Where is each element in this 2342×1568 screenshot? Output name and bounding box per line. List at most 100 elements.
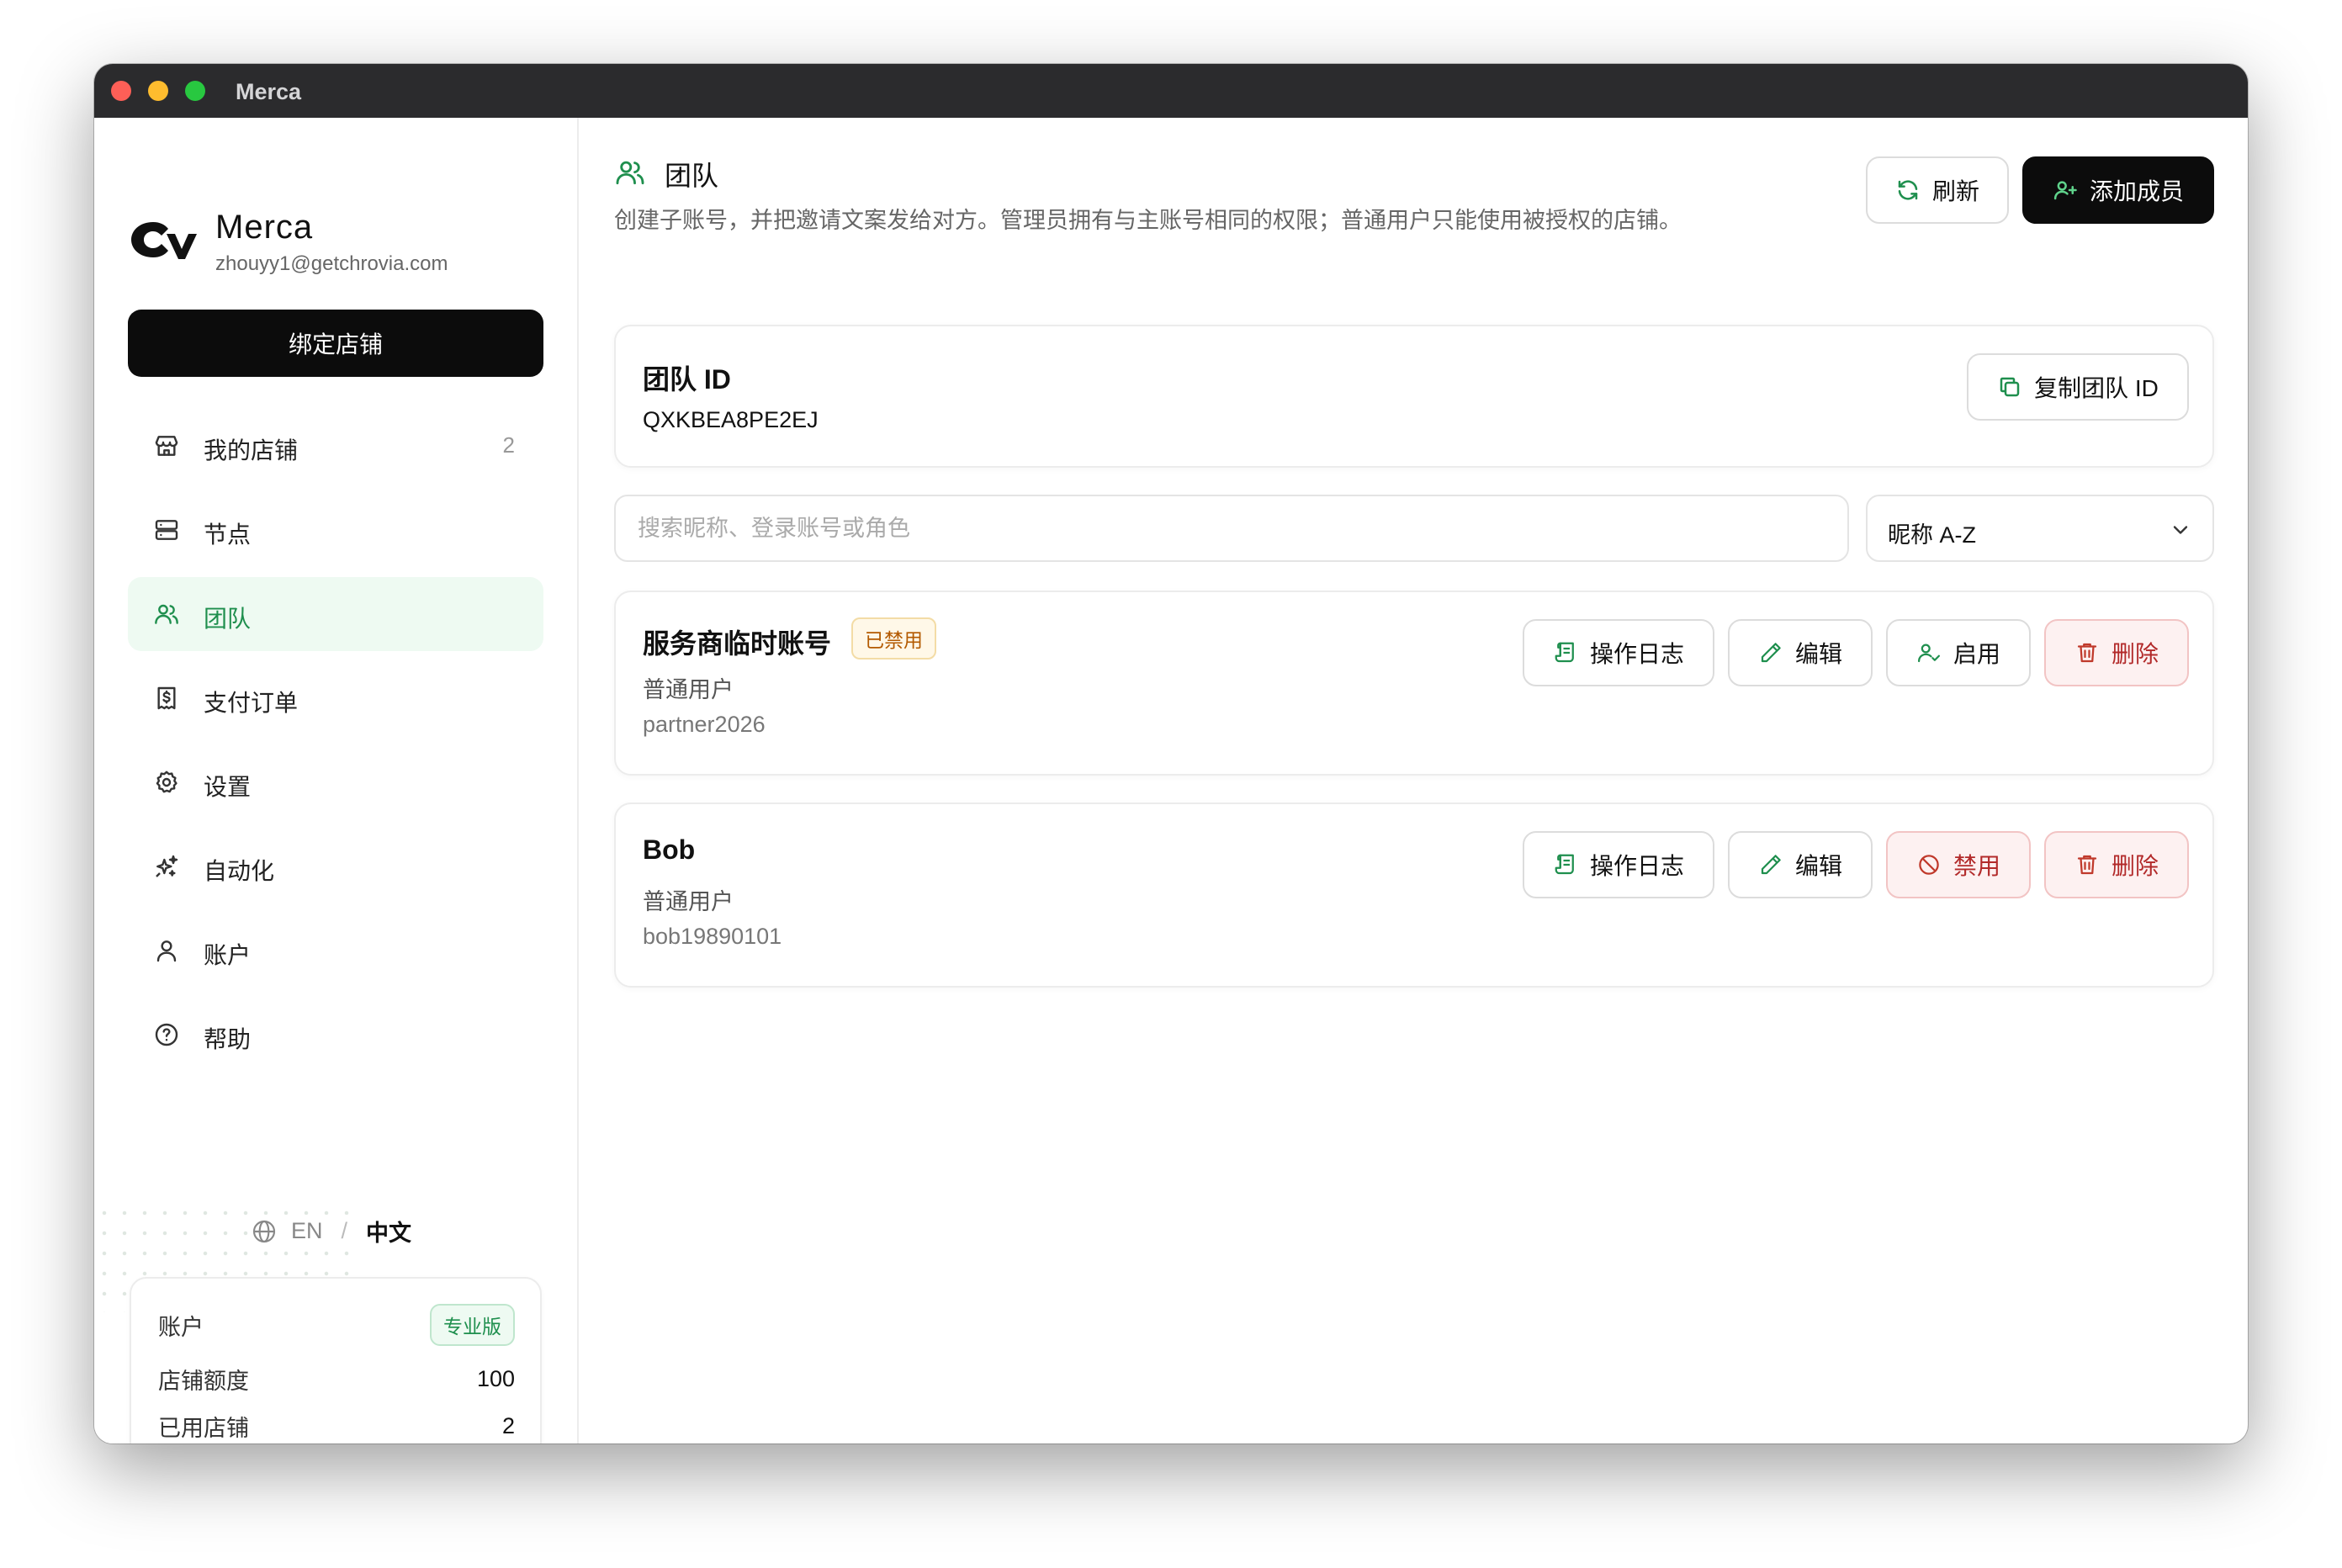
account-summary-card: 账户 专业版 店铺额度 100 已用店铺 2 xyxy=(130,1277,542,1444)
copy-icon xyxy=(2000,377,2020,397)
window-title: Merca xyxy=(236,79,302,104)
disable-button[interactable]: 禁用 xyxy=(1886,831,2031,898)
refresh-button[interactable]: 刷新 xyxy=(1866,156,2009,224)
copy-team-id-label: 复制团队 ID xyxy=(2034,375,2159,401)
sidebar-item-label: 账户 xyxy=(204,942,252,968)
ban-icon xyxy=(1919,855,1939,875)
refresh-label: 刷新 xyxy=(1931,178,1979,204)
sidebar-item-label: 我的店铺 xyxy=(204,437,299,464)
language-separator: / xyxy=(341,1218,348,1243)
add-member-button[interactable]: 添加成员 xyxy=(2022,156,2214,224)
bind-store-button[interactable]: 绑定店铺 xyxy=(128,310,543,377)
account-label: 账户 xyxy=(158,1314,204,1340)
zoom-window-button[interactable] xyxy=(185,81,205,101)
delete-label: 删除 xyxy=(2111,853,2159,879)
sidebar-item-account[interactable]: 账户 xyxy=(128,914,543,988)
account-plan-row: 账户 专业版 xyxy=(158,1304,515,1346)
page-description: 创建子账号，并把邀请文案发给对方。管理员拥有与主账号相同的权限；普通用户只能使用… xyxy=(614,208,1682,233)
page-title: 团队 xyxy=(665,161,719,191)
store-quota-value: 100 xyxy=(476,1366,515,1391)
help-icon xyxy=(155,1023,178,1046)
pencil-icon xyxy=(1761,855,1781,875)
disable-label: 禁用 xyxy=(1953,853,2000,879)
pencil-icon xyxy=(1761,643,1781,663)
member-role: 普通用户 xyxy=(643,889,734,914)
user-icon xyxy=(156,940,177,962)
sidebar-item-label: 节点 xyxy=(204,522,252,548)
sidebar-item-my-stores[interactable]: 我的店铺 2 xyxy=(128,409,543,483)
server-icon xyxy=(155,520,178,540)
close-window-button[interactable] xyxy=(111,81,131,101)
store-quota-row: 店铺额度 100 xyxy=(158,1363,515,1396)
title-bar: Merca xyxy=(94,64,2248,118)
add-user-icon xyxy=(2053,181,2077,200)
member-card: 服务商临时账号 已禁用 普通用户 partner2026 操作日志 编辑 启用 … xyxy=(614,591,2214,776)
stores-used-row: 已用店铺 2 xyxy=(158,1410,515,1443)
receipt-icon xyxy=(157,686,176,710)
sort-select[interactable]: 昵称 A-Z xyxy=(1866,495,2214,562)
stores-used-value: 2 xyxy=(501,1413,515,1438)
language-option-en[interactable]: EN xyxy=(291,1218,323,1244)
delete-button[interactable]: 删除 xyxy=(2044,619,2189,686)
delete-button[interactable]: 删除 xyxy=(2044,831,2189,898)
edit-label: 编辑 xyxy=(1794,641,1842,667)
operation-log-label: 操作日志 xyxy=(1589,641,1684,667)
log-icon xyxy=(1555,642,1574,663)
enable-label: 启用 xyxy=(1953,641,2000,667)
operation-log-label: 操作日志 xyxy=(1589,853,1684,879)
language-option-zh[interactable]: 中文 xyxy=(366,1215,411,1248)
member-name: Bob xyxy=(643,834,696,865)
enable-button[interactable]: 启用 xyxy=(1886,619,2031,686)
sidebar-item-label: 设置 xyxy=(204,774,252,800)
plan-badge: 专业版 xyxy=(430,1304,515,1346)
edit-button[interactable]: 编辑 xyxy=(1728,831,1873,898)
chevron-down-icon xyxy=(2173,526,2188,534)
sidebar-item-label: 帮助 xyxy=(204,1026,252,1052)
main-content: 团队 创建子账号，并把邀请文案发给对方。管理员拥有与主账号相同的权限；普通用户只… xyxy=(579,118,2248,1444)
member-card: Bob 普通用户 bob19890101 操作日志 编辑 禁用 删除 xyxy=(614,803,2214,988)
users-icon xyxy=(155,604,178,624)
user-email: zhouyy1@getchrovia.com xyxy=(215,252,448,275)
sidebar-item-label: 团队 xyxy=(204,606,252,632)
sidebar-item-team[interactable]: 团队 xyxy=(128,577,543,651)
store-quota-label: 店铺额度 xyxy=(158,1369,249,1394)
sidebar: Merca zhouyy1@getchrovia.com 绑定店铺 我的店铺 2… xyxy=(94,118,579,1444)
sparkles-icon xyxy=(156,855,178,877)
sidebar-item-settings[interactable]: 设置 xyxy=(128,745,543,819)
operation-log-button[interactable]: 操作日志 xyxy=(1523,831,1714,898)
team-id-title: 团队 ID xyxy=(643,364,731,395)
add-member-label: 添加成员 xyxy=(2089,178,2184,204)
language-switcher: EN / 中文 xyxy=(251,1215,421,1248)
globe-icon xyxy=(252,1220,276,1242)
log-icon xyxy=(1555,854,1574,875)
sidebar-item-payment-orders[interactable]: 支付订单 xyxy=(128,661,543,735)
users-icon xyxy=(616,161,644,185)
member-search-input[interactable] xyxy=(614,495,1849,562)
stores-used-label: 已用店铺 xyxy=(158,1416,249,1441)
user-check-icon xyxy=(1917,644,1940,663)
minimize-window-button[interactable] xyxy=(148,81,168,101)
sidebar-item-help[interactable]: 帮助 xyxy=(128,998,543,1072)
sidebar-item-label: 自动化 xyxy=(204,858,275,884)
sidebar-item-automation[interactable]: 自动化 xyxy=(128,829,543,903)
member-login: bob19890101 xyxy=(643,924,782,949)
merca-logo-icon xyxy=(131,222,197,259)
store-count-badge: 2 xyxy=(502,432,515,458)
delete-label: 删除 xyxy=(2111,641,2159,667)
copy-team-id-button[interactable]: 复制团队 ID xyxy=(1967,353,2189,421)
trash-icon xyxy=(2077,855,2097,875)
refresh-icon xyxy=(1898,180,1918,200)
app-window: Merca Merca zhouyy1@getchrovia.com 绑定店铺 … xyxy=(94,64,2248,1444)
team-id-value: QXKBEA8PE2EJ xyxy=(643,407,819,432)
member-login: partner2026 xyxy=(643,712,766,737)
team-id-card: 团队 ID QXKBEA8PE2EJ 复制团队 ID xyxy=(614,325,2214,468)
sidebar-item-nodes[interactable]: 节点 xyxy=(128,493,543,567)
sidebar-item-label: 支付订单 xyxy=(204,690,299,716)
store-icon xyxy=(155,436,178,456)
edit-button[interactable]: 编辑 xyxy=(1728,619,1873,686)
operation-log-button[interactable]: 操作日志 xyxy=(1523,619,1714,686)
sort-selected-value: 昵称 A-Z xyxy=(1888,522,1976,548)
trash-icon xyxy=(2077,643,2097,663)
member-name: 服务商临时账号 xyxy=(643,628,832,659)
brand-name: Merca xyxy=(215,209,314,246)
